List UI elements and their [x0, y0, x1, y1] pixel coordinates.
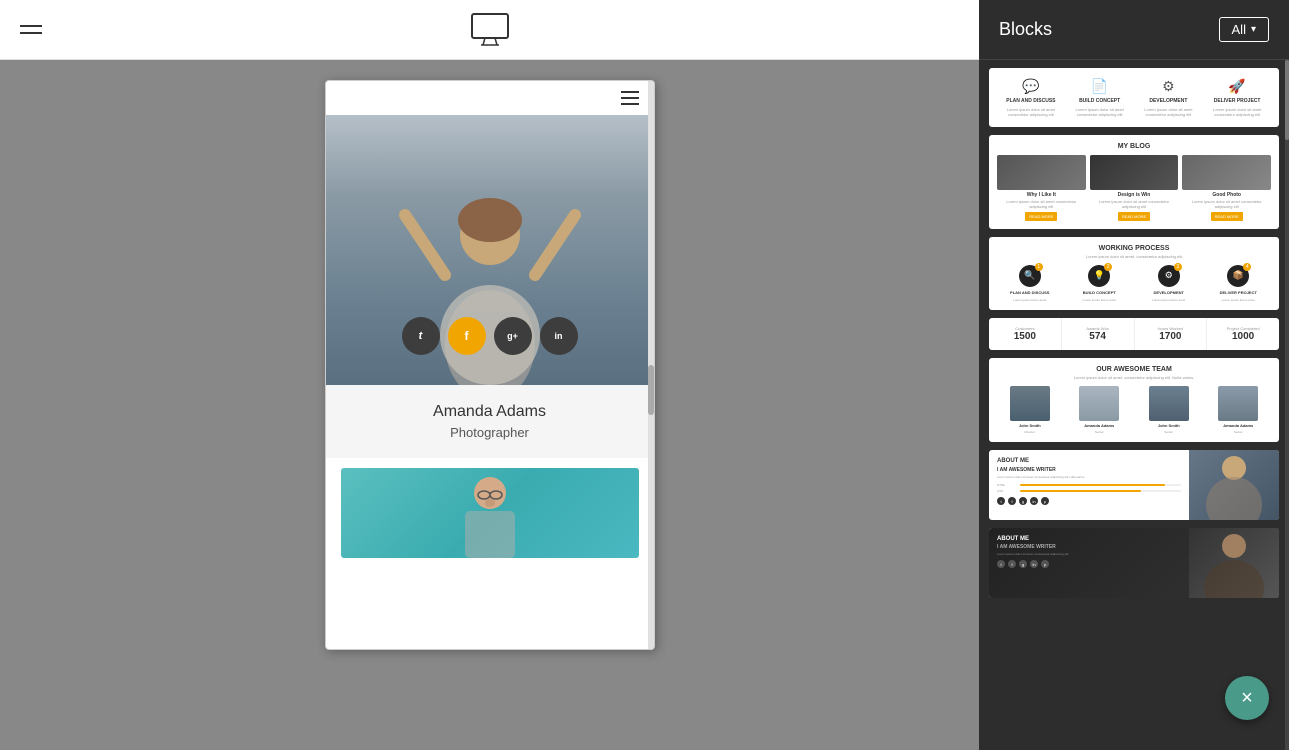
block-process-steps[interactable]: 💬 PLAN AND DISCUSS Lorem ipsum dolor sit… [989, 68, 1279, 127]
social-icons-overlay: t f g+ in [402, 317, 578, 355]
google-plus-social-icon[interactable]: g+ [494, 317, 532, 355]
block-about-light[interactable]: ABOUT ME I AM AWESOME WRITER Lorem ipsum… [989, 450, 1279, 520]
hamburger-menu[interactable] [20, 25, 42, 34]
sidebar-scrollbar-thumb[interactable] [1285, 60, 1289, 140]
filter-all-button[interactable]: All ▾ [1219, 17, 1269, 42]
stat-customers: Customers 1500 [989, 318, 1062, 350]
block-step-dev: ⚙ DEVELOPMENT Lorem ipsum dolor sit amet… [1137, 78, 1201, 117]
blog-post-3: Good Photo Lorem ipsum dolor sit amet co… [1182, 155, 1271, 221]
dark-twitter-icon: t [997, 560, 1005, 568]
build-icon: 📄 [1091, 78, 1108, 95]
block-step-build: 📄 BUILD CONCEPT Lorem ipsum dolor sit am… [1068, 78, 1132, 117]
canvas-area: t f g+ in Amanda A [0, 60, 979, 750]
facebook-social-icon[interactable]: f [448, 317, 486, 355]
linkedin-social-icon[interactable]: in [540, 317, 578, 355]
dark-li-icon: in [1030, 560, 1038, 568]
about-gp-icon: g [1019, 497, 1027, 505]
about-left-content: ABOUT ME I AM AWESOME WRITER Lorem ipsum… [989, 450, 1189, 520]
team-member-4: Amanda Adams Senior [1206, 386, 1272, 434]
phone-nav-bar [326, 81, 654, 115]
profile-section: Amanda Adams Photographer [326, 385, 654, 458]
block-step-deliver: 🚀 DELIVER PROJECT Lorem ipsum dolor sit … [1205, 78, 1269, 117]
dark-pin-icon: p [1041, 560, 1049, 568]
team-member-2: Amanda Adams Senior [1067, 386, 1133, 434]
block-about-dark[interactable]: ABOUT ME I AM AWESOME WRITER Lorem ipsum… [989, 528, 1279, 598]
stat-projects: Project Completed 1000 [1207, 318, 1279, 350]
phone-scrollbar[interactable] [648, 81, 654, 649]
working-step-4: 📦4 DELIVER PROJECT Lorem ipsum lorem ame… [1206, 265, 1272, 302]
blog-posts-row: Why I Like It Lorem ipsum dolor sit amet… [997, 155, 1271, 221]
sidebar-scrollbar[interactable] [1285, 60, 1289, 750]
about-right-photo [1189, 450, 1279, 520]
profile-name: Amanda Adams [336, 403, 644, 421]
sidebar-title: Blocks [999, 19, 1052, 40]
blog-post-2: Design is Win Lorem ipsum dolor sit amet… [1090, 155, 1179, 221]
about-dark-left: ABOUT ME I AM AWESOME WRITER Lorem ipsum… [989, 528, 1189, 598]
plan-icon: 💬 [1022, 78, 1039, 95]
phone-preview-frame: t f g+ in Amanda A [325, 80, 655, 650]
twitter-social-icon[interactable]: t [402, 317, 440, 355]
blocks-list: 💬 PLAN AND DISCUSS Lorem ipsum dolor sit… [979, 60, 1289, 750]
skill-bars: HTML CSS [997, 483, 1181, 493]
working-steps-row: 🔍1 PLAN AND DISCUSS Lorem ipsum lorem am… [997, 265, 1271, 302]
dark-gp-icon: g [1019, 560, 1027, 568]
about-dark-right-photo [1189, 528, 1279, 598]
dark-fb-icon: f [1008, 560, 1016, 568]
working-step-3: ⚙3 DEVELOPMENT Lorem ipsum lorem amet [1136, 265, 1202, 302]
top-bar [0, 0, 979, 60]
block-blog[interactable]: MY BLOG Why I Like It Lorem ipsum dolor … [989, 135, 1279, 229]
fab-close-button[interactable]: × [1225, 676, 1269, 720]
about-dark-social-icons: t f g in p [997, 560, 1181, 568]
team-member-1: John Smith Director [997, 386, 1063, 434]
phone-hero-section: t f g+ in [326, 115, 654, 385]
blocks-sidebar: Blocks All ▾ 💬 PLAN AND DISCUSS Lorem ip… [979, 0, 1289, 750]
block-working-process[interactable]: WORKING PROCESS Lorem ipsum dolor sit am… [989, 237, 1279, 310]
stat-awards: Awards Won 574 [1062, 318, 1135, 350]
sidebar-header: Blocks All ▾ [979, 0, 1289, 60]
stat-hours: Hours Worked 1700 [1135, 318, 1208, 350]
about-fb-icon: f [1008, 497, 1016, 505]
about-pin-icon: p [1041, 497, 1049, 505]
blog-title: MY BLOG [997, 143, 1271, 150]
block-step-plan: 💬 PLAN AND DISCUSS Lorem ipsum dolor sit… [999, 78, 1063, 117]
deliver-icon: 🚀 [1228, 78, 1245, 95]
blog-post-1: Why I Like It Lorem ipsum dolor sit amet… [997, 155, 1086, 221]
about-social-icons: t f g in p [997, 497, 1181, 505]
monitor-icon [470, 12, 510, 47]
dev-icon: ⚙ [1162, 78, 1175, 95]
chevron-down-icon: ▾ [1251, 24, 1256, 35]
working-step-1: 🔍1 PLAN AND DISCUSS Lorem ipsum lorem am… [997, 265, 1063, 302]
phone-scrollbar-thumb[interactable] [648, 365, 654, 415]
block-team[interactable]: OUR AWESOME TEAM Lorem ipsum dolor sit a… [989, 358, 1279, 442]
working-step-2: 💡2 BUILD CONCEPT Lorem ipsum lorem amet [1067, 265, 1133, 302]
team-members-row: John Smith Director Amanda Adams Senior … [997, 386, 1271, 434]
phone-hamburger-icon [621, 91, 639, 105]
team-member-3: John Smith Senior [1136, 386, 1202, 434]
profile-title: Photographer [336, 425, 644, 440]
about-li-icon: in [1030, 497, 1038, 505]
second-profile-card [341, 468, 639, 558]
about-twitter-icon: t [997, 497, 1005, 505]
block-stats[interactable]: Customers 1500 Awards Won 574 Hours Work… [989, 318, 1279, 350]
